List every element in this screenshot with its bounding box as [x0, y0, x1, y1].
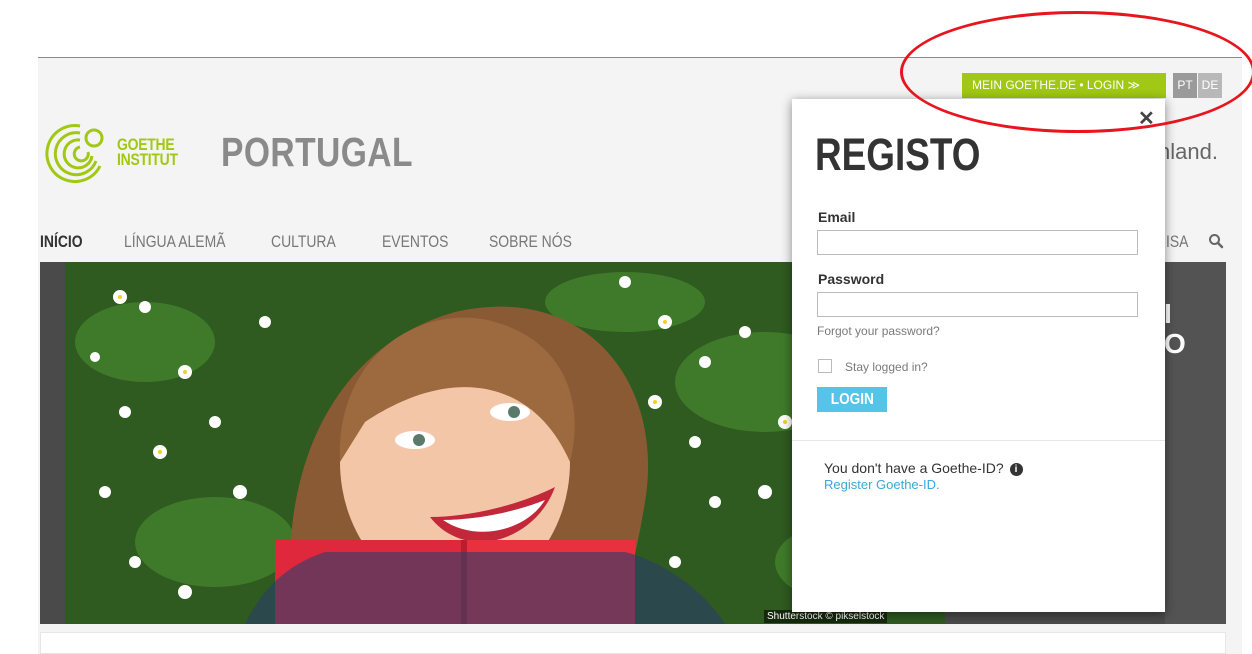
language-pt-button[interactable]: PT [1173, 73, 1197, 98]
hero-side-panel [1165, 262, 1226, 624]
modal-divider [792, 440, 1165, 441]
mein-goethe-login-link[interactable]: MEIN GOETHE.DE • LOGIN ≫ [962, 73, 1166, 98]
tagline-fragment: hland. [1158, 139, 1218, 164]
nav-item-lingua-alema[interactable]: LÍNGUA ALEMÃ [124, 232, 226, 252]
forgot-password-link[interactable]: Forgot your password? [817, 324, 940, 338]
nav-item-eventos[interactable]: EVENTOS [382, 232, 448, 252]
password-field[interactable] [817, 292, 1138, 317]
search-icon[interactable] [1208, 233, 1224, 249]
login-button[interactable]: LOGIN [817, 387, 887, 412]
language-de-button[interactable]: DE [1198, 73, 1222, 98]
password-label: Password [818, 271, 885, 287]
goethe-logo-icon[interactable] [40, 118, 106, 184]
page: MEIN GOETHE.DE • LOGIN ≫ PT DE GOETHE IN… [0, 0, 1252, 654]
nav-search-fragment[interactable]: ISA [1166, 232, 1188, 252]
stay-logged-in-checkbox[interactable] [818, 359, 832, 373]
content-area [40, 632, 1226, 654]
no-goethe-id-text: You don't have a Goethe-ID? i [824, 460, 1023, 476]
nav-item-sobre-nos[interactable]: SOBRE NÓS [489, 232, 572, 252]
hero-side-text-1: I [1164, 298, 1172, 329]
email-label: Email [818, 209, 856, 225]
brand-line-2: INSTITUT [117, 150, 178, 169]
brand-wordmark: GOETHE INSTITUT [117, 136, 178, 169]
modal-title: REGISTO [815, 129, 981, 180]
stay-logged-in-label[interactable]: Stay logged in? [845, 360, 928, 374]
info-icon[interactable]: i [1009, 463, 1023, 476]
hero-side-text-2: O [1164, 328, 1186, 359]
close-icon[interactable]: ✕ [1138, 106, 1155, 131]
email-field[interactable] [817, 230, 1138, 255]
no-goethe-id-label: You don't have a Goethe-ID? [824, 460, 1004, 476]
nav-item-cultura[interactable]: CULTURA [271, 232, 336, 252]
nav-item-inicio[interactable]: INÍCIO [40, 232, 83, 252]
login-button-label: LOGIN [830, 390, 874, 408]
country-title: PORTUGAL [221, 129, 413, 175]
register-goethe-id-link[interactable]: Register Goethe-ID. [824, 477, 940, 492]
